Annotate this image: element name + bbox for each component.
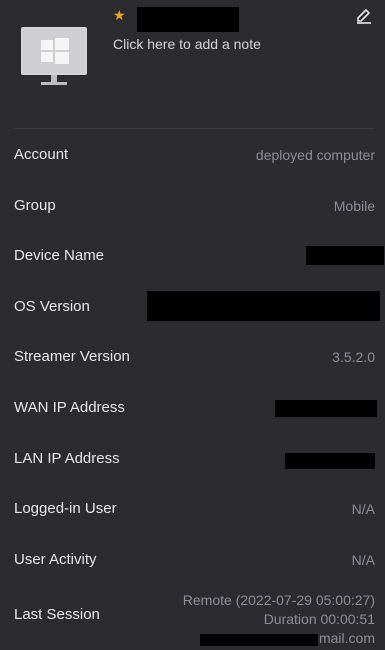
device-name-label: Device Name (14, 247, 105, 265)
logged-in-user-value: N/A (351, 501, 375, 518)
details-list: Account deployed computer Group Mobile D… (0, 129, 385, 650)
last-session-label: Last Session (14, 606, 100, 624)
streamer-version-label: Streamer Version (14, 348, 130, 366)
redacted-device-name (306, 246, 384, 266)
user-activity-label: User Activity (14, 550, 97, 568)
row-streamer-version: Streamer Version 3.5.2.0 (0, 331, 385, 382)
os-version-label: OS Version (14, 297, 90, 315)
group-label: Group (14, 196, 56, 214)
row-group: Group Mobile (0, 180, 385, 231)
row-user-activity: User Activity N/A (0, 534, 385, 585)
redacted-os-version (147, 290, 380, 321)
row-lan-ip: LAN IP Address (0, 433, 385, 484)
account-label: Account (14, 146, 69, 163)
row-device-name: Device Name (0, 230, 385, 281)
email-suffix: mail.com (318, 630, 375, 647)
last-session-duration: Duration 00:00:51 (263, 611, 375, 628)
redacted-lan-ip (285, 452, 375, 469)
row-logged-in-user: Logged-in User N/A (0, 483, 385, 534)
windows-monitor-icon (21, 27, 87, 85)
row-wan-ip: WAN IP Address (0, 382, 385, 433)
last-session-type: Remote (2022-07-29 05:00:27) (182, 592, 375, 609)
streamer-version-value: 3.5.2.0 (332, 349, 375, 366)
account-value: deployed computer (255, 147, 375, 163)
device-details-page: ★ Click here to add a note Account deplo… (0, 0, 385, 650)
row-account: Account deployed computer (0, 129, 385, 180)
group-value: Mobile (333, 197, 375, 214)
logged-in-user-label: Logged-in User (14, 500, 117, 518)
last-session-email: mail.com (183, 629, 375, 648)
device-header: ★ Click here to add a note (14, 0, 375, 129)
redacted-wan-ip (275, 399, 377, 417)
row-last-session: Last Session Remote (2022-07-29 05:00:27… (0, 584, 385, 650)
star-icon[interactable]: ★ (113, 7, 126, 23)
lan-ip-label: LAN IP Address (14, 449, 120, 467)
redacted-email-user (199, 633, 318, 646)
edit-icon[interactable] (355, 6, 373, 24)
user-activity-value: N/A (351, 551, 375, 568)
row-os-version: OS Version (0, 281, 385, 332)
redacted-device-title (137, 7, 239, 32)
last-session-value: Remote (2022-07-29 05:00:27) Duration 00… (183, 591, 375, 648)
wan-ip-label: WAN IP Address (14, 398, 125, 416)
add-note-link[interactable]: Click here to add a note (113, 36, 261, 52)
